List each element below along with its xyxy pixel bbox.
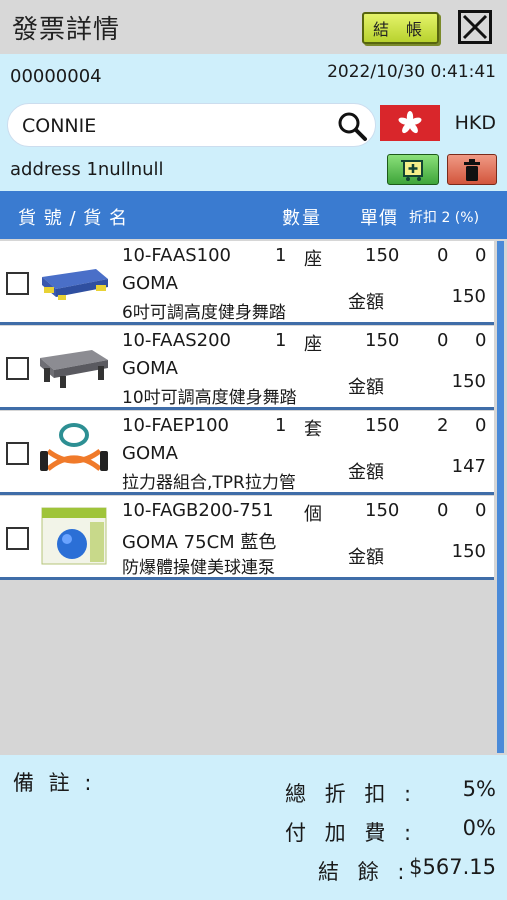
surcharge-label: 付 加 費 : (285, 821, 418, 845)
item-qty: 1 (275, 415, 287, 436)
close-icon (462, 14, 488, 40)
currency-flag-button[interactable] (380, 105, 440, 141)
item-description: 6吋可調高度健身舞踏 (122, 303, 286, 323)
product-image-step-platform (34, 247, 113, 315)
item-amount: 147 (451, 456, 486, 477)
column-header-price: 單價 (360, 208, 398, 229)
item-discount-1: 0 (437, 330, 449, 351)
item-description: 防爆體操健美球連泵 (122, 558, 275, 578)
item-amount: 150 (451, 541, 486, 562)
column-header-item: 貨 號 / 貨 名 (18, 208, 128, 229)
column-header-discount: 折扣 2 (%) (409, 210, 480, 226)
item-amount-label: 金額 (348, 547, 384, 568)
balance-label: 結 餘 : (318, 860, 411, 884)
item-discount-1: 2 (437, 415, 449, 436)
remark-label: 備 註 : (13, 771, 96, 795)
add-item-button[interactable] (387, 154, 439, 185)
item-code: 10-FAAS200 (122, 330, 232, 351)
item-amount-label: 金額 (348, 377, 384, 398)
invoice-info-panel: 00000004 2022/10/30 0:41:41 CONNIE HKD a… (0, 54, 507, 191)
item-unit: 座 (304, 334, 322, 355)
item-qty: 1 (275, 330, 287, 351)
surcharge-value: 0% (462, 816, 496, 840)
item-brand: GOMA (122, 443, 178, 464)
hong-kong-flag-icon (398, 111, 422, 134)
item-checkbox[interactable] (6, 527, 29, 550)
item-discount-2: 0 (475, 415, 487, 436)
item-unit: 座 (304, 249, 322, 270)
item-discount-2: 0 (475, 330, 487, 351)
currency-code: HKD (454, 112, 496, 134)
item-code: 10-FAAS100 (122, 245, 232, 266)
item-amount-label: 金額 (348, 292, 384, 313)
item-description: 10吋可調高度健身舞踏 (122, 388, 297, 408)
item-discount-2: 0 (475, 245, 487, 266)
item-checkbox[interactable] (6, 272, 29, 295)
item-price: 150 (365, 330, 400, 351)
item-brand: GOMA (122, 358, 178, 379)
delete-item-button[interactable] (447, 154, 497, 185)
trash-icon (464, 158, 480, 181)
item-amount-label: 金額 (348, 462, 384, 483)
total-discount-label: 總 折 扣 : (285, 782, 418, 806)
total-discount-value: 5% (462, 777, 496, 801)
item-amount: 150 (451, 286, 486, 307)
item-discount-1: 0 (437, 245, 449, 266)
item-description: 拉力器組合,TPR拉力管 (122, 473, 296, 493)
item-amount: 150 (451, 371, 486, 392)
item-row[interactable]: 10-FAAS100 GOMA 6吋可調高度健身舞踏 1 座 150 0 0 金… (0, 241, 494, 325)
item-unit: 個 (304, 504, 322, 525)
customer-search-value: CONNIE (22, 115, 97, 137)
item-row[interactable]: 10-FAEP100 GOMA 拉力器組合,TPR拉力管 1 套 150 2 0… (0, 411, 494, 495)
invoice-number: 00000004 (10, 66, 102, 87)
product-image-step-platform-gray (34, 332, 113, 400)
customer-address: address 1nullnull (10, 159, 164, 180)
item-checkbox[interactable] (6, 442, 29, 465)
item-price: 150 (365, 415, 400, 436)
item-row[interactable]: 10-FAAS200 GOMA 10吋可調高度健身舞踏 1 座 150 0 0 … (0, 326, 494, 410)
add-item-icon (401, 159, 423, 181)
item-unit: 套 (304, 419, 322, 440)
item-brand: GOMA (122, 273, 178, 294)
scrollbar[interactable] (497, 241, 504, 753)
item-discount-2: 0 (475, 500, 487, 521)
page-title: 發票詳情 (12, 15, 121, 45)
search-icon[interactable] (336, 110, 368, 142)
invoice-datetime: 2022/10/30 0:41:41 (327, 62, 496, 82)
item-discount-1: 0 (437, 500, 449, 521)
item-price: 150 (365, 245, 400, 266)
item-list-header: 貨 號 / 貨 名 數量 單價 折扣 2 (%) (0, 191, 507, 239)
product-image-resistance-band (34, 417, 113, 485)
invoice-summary-panel: 備 註 : 總 折 扣 : 5% 付 加 費 : 0% 結 餘 : $567.1… (0, 755, 507, 900)
item-qty: 1 (275, 245, 287, 266)
item-row[interactable]: 10-FAGB200-751 GOMA 75CM 藍色 防爆體操健美球連泵 個 … (0, 496, 494, 580)
customer-search-field[interactable]: CONNIE (7, 103, 376, 147)
item-checkbox[interactable] (6, 357, 29, 380)
column-header-qty: 數量 (282, 208, 322, 229)
balance-value: $567.15 (409, 855, 496, 879)
item-code: 10-FAGB200-751 (122, 500, 274, 521)
item-brand: GOMA 75CM 藍色 (122, 532, 277, 553)
close-button[interactable] (458, 10, 492, 44)
item-code: 10-FAEP100 (122, 415, 229, 436)
item-price: 150 (365, 500, 400, 521)
product-image-gym-ball-box (34, 502, 113, 570)
checkout-button[interactable]: 結 帳 (362, 12, 439, 44)
title-bar: 發票詳情 結 帳 (0, 0, 507, 54)
